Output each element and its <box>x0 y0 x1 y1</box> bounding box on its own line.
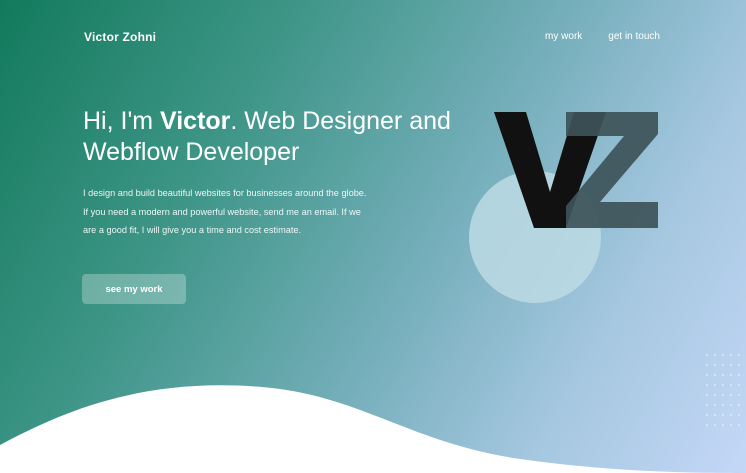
grid-dot <box>738 374 740 376</box>
grid-dot <box>706 364 708 366</box>
hero-description-line: are a good fit, I will give you a time a… <box>83 225 302 235</box>
vz-monogram-icon <box>469 112 658 303</box>
bottom-wave-divider <box>0 385 746 473</box>
grid-dot <box>706 354 708 356</box>
see-my-work-button[interactable]: see my work <box>82 274 186 304</box>
main-nav: my work get in touch <box>545 31 660 42</box>
grid-dot <box>722 354 724 356</box>
grid-dot <box>714 354 716 356</box>
hero-greeting: Hi, I'm <box>83 107 160 135</box>
hero-headline: Hi, I'm Victor. Web Designer and Webflow… <box>83 106 473 168</box>
grid-dot <box>738 364 740 366</box>
hero-description-line: I design and build beautiful websites fo… <box>83 188 367 198</box>
grid-dot <box>730 374 732 376</box>
grid-dot <box>722 374 724 376</box>
nav-link-get-in-touch[interactable]: get in touch <box>608 31 660 42</box>
grid-dot <box>714 364 716 366</box>
grid-dot <box>730 364 732 366</box>
hero-description-line: If you need a modern and powerful websit… <box>83 206 361 217</box>
grid-dot <box>738 354 740 356</box>
grid-dot <box>730 354 732 356</box>
site-logo-text[interactable]: Victor Zohni <box>84 30 156 44</box>
grid-dot <box>706 374 708 376</box>
grid-dot <box>714 374 716 376</box>
wave-shape <box>0 385 746 473</box>
grid-dot <box>722 364 724 366</box>
hero-description: I design and build beautiful websites fo… <box>83 184 393 240</box>
hero-name: Victor <box>160 107 231 135</box>
nav-link-my-work[interactable]: my work <box>545 31 582 42</box>
